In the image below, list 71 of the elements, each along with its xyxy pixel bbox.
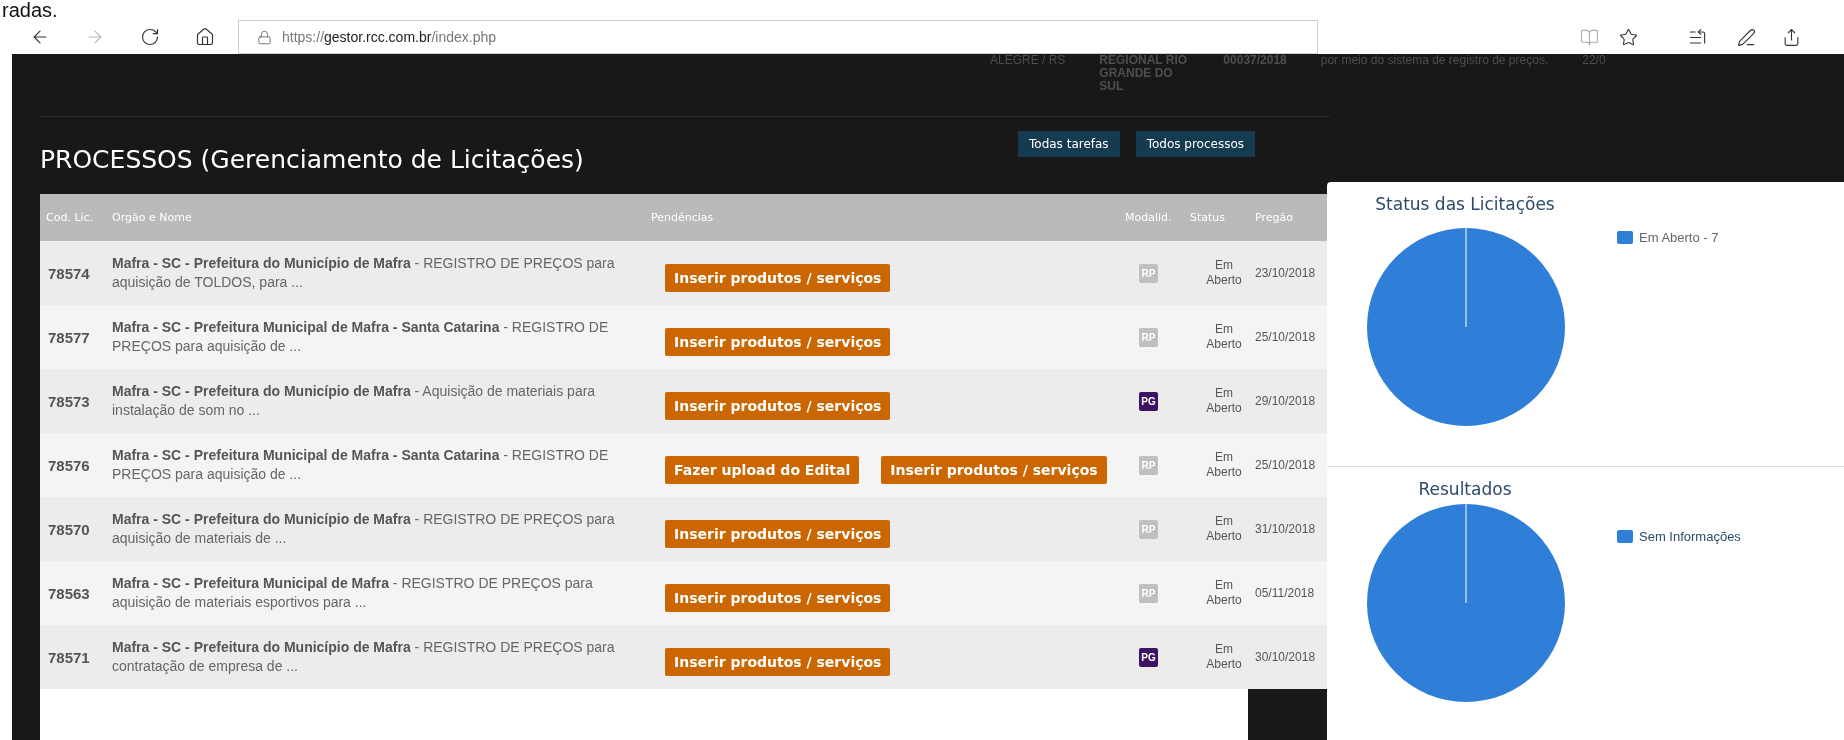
date-cell-text: 31/10/2018: [1255, 522, 1317, 536]
pen-icon: [1737, 27, 1756, 47]
date-cell-text: 25/10/2018: [1255, 458, 1317, 472]
notes-button[interactable]: [1737, 27, 1756, 47]
code-cell-text: 78574: [47, 264, 91, 282]
legend-label: Sem Informações: [1639, 529, 1741, 544]
pending-action-button[interactable]: Inserir produtos / serviços: [881, 456, 1107, 484]
code-cell-text: 78570: [47, 520, 91, 538]
modality-badge: RP: [1139, 327, 1158, 347]
lock-icon: [257, 29, 272, 45]
modality-badge: RP: [1139, 583, 1158, 603]
star-icon: [1619, 27, 1638, 47]
url-text: https://gestor.rcc.com.br/index.php: [282, 29, 496, 45]
status-cell-text: Em Aberto: [1205, 450, 1243, 480]
code-cell-text: 78571: [47, 648, 91, 666]
modality-badge: PG: [1139, 647, 1158, 667]
modality-badge: RP: [1139, 455, 1158, 475]
status-cell-text: Em Aberto: [1205, 514, 1243, 544]
code-cell-text: 78573: [47, 392, 91, 410]
code-cell-text: 78577: [47, 328, 91, 346]
document-text-fragment: radas.: [1, 0, 59, 20]
name-cell-text: Mafra - SC - Prefeitura do Município de Mafra - REGISTRO DE PREÇOS para aquisição de TOLDOS, para ...: [112, 254, 616, 292]
refresh-icon: [140, 27, 160, 47]
legend-item[interactable]: Em Aberto - 7: [1617, 230, 1719, 245]
date-cell-text: 30/10/2018: [1255, 650, 1317, 664]
pending-action-button[interactable]: Inserir produtos / serviços: [665, 520, 891, 548]
chart-title: Status das Licitações: [1374, 193, 1556, 214]
filter-button[interactable]: Todos processos: [1135, 131, 1255, 157]
pending-action-button[interactable]: Inserir produtos / serviços: [665, 328, 891, 356]
legend-label: Em Aberto - 7: [1639, 230, 1719, 245]
modality-badge: RP: [1139, 519, 1158, 539]
column-header: Cod. Lic.: [45, 211, 95, 224]
status-cell-text: Em Aberto: [1205, 386, 1243, 416]
filter-button[interactable]: Todas tarefas: [1018, 131, 1120, 157]
modality-badge: RP: [1139, 263, 1158, 283]
book-icon: [1580, 27, 1599, 47]
name-cell-text: Mafra - SC - Prefeitura do Município de Mafra - REGISTRO DE PREÇOS para contratação de empresa de ...: [112, 638, 616, 676]
modality-badge: PG: [1139, 391, 1158, 411]
name-cell-text: Mafra - SC - Prefeitura do Município de Mafra - Aquisição de materiais para instalação de som no ...: [112, 382, 597, 420]
date-cell-text: 29/10/2018: [1255, 394, 1317, 408]
name-cell-text: Mafra - SC - Prefeitura do Município de Mafra - REGISTRO DE PREÇOS para aquisição de materiais de ...: [112, 510, 616, 548]
status-cell-text: Em Aberto: [1205, 322, 1243, 352]
pending-action-button[interactable]: Inserir produtos / serviços: [665, 584, 891, 612]
name-cell-text: Mafra - SC - Prefeitura Municipal de Mafra - Santa Catarina - REGISTRO DE PREÇOS para aquisição de ...: [112, 318, 610, 356]
address-bar[interactable]: https://gestor.rcc.com.br/index.php: [238, 20, 1318, 54]
status-cell-text: Em Aberto: [1205, 642, 1243, 672]
status-cell-text: Em Aberto: [1205, 258, 1243, 288]
code-cell-text: 78563: [47, 584, 91, 602]
chart-title: Resultados: [1417, 478, 1513, 499]
code-cell-text: 78576: [47, 456, 91, 474]
column-header: Pregão: [1255, 211, 1294, 224]
pending-action-button[interactable]: Inserir produtos / serviços: [665, 648, 891, 676]
column-header: Modalid.: [1125, 211, 1173, 224]
name-cell-text: Mafra - SC - Prefeitura Municipal de Mafra - Santa Catarina - REGISTRO DE PREÇOS para aquisição de ...: [112, 446, 610, 484]
pending-action-button[interactable]: Inserir produtos / serviços: [665, 264, 891, 292]
share-button[interactable]: [1782, 27, 1801, 47]
home-icon: [195, 27, 215, 47]
favorite-button[interactable]: [1619, 27, 1638, 47]
date-cell-text: 25/10/2018: [1255, 330, 1317, 344]
date-cell-text: 05/11/2018: [1255, 586, 1316, 600]
status-cell-text: Em Aberto: [1205, 578, 1243, 608]
pending-action-button[interactable]: Inserir produtos / serviços: [665, 392, 891, 420]
date-cell-text: 23/10/2018: [1255, 266, 1317, 280]
page-title: PROCESSOS (Gerenciamento de Licitações): [40, 144, 585, 176]
name-cell-text: Mafra - SC - Prefeitura Municipal de Mafra - REGISTRO DE PREÇOS para aquisição de materiais esportivos para ...: [112, 574, 594, 612]
legend-item[interactable]: Sem Informações: [1617, 529, 1741, 544]
pending-action-button[interactable]: Fazer upload do Edital: [665, 456, 860, 484]
column-header: Pendências: [651, 211, 715, 224]
column-header: Orgão e Nome: [112, 211, 193, 224]
column-header: Status: [1190, 211, 1227, 224]
share-icon: [1782, 27, 1801, 47]
